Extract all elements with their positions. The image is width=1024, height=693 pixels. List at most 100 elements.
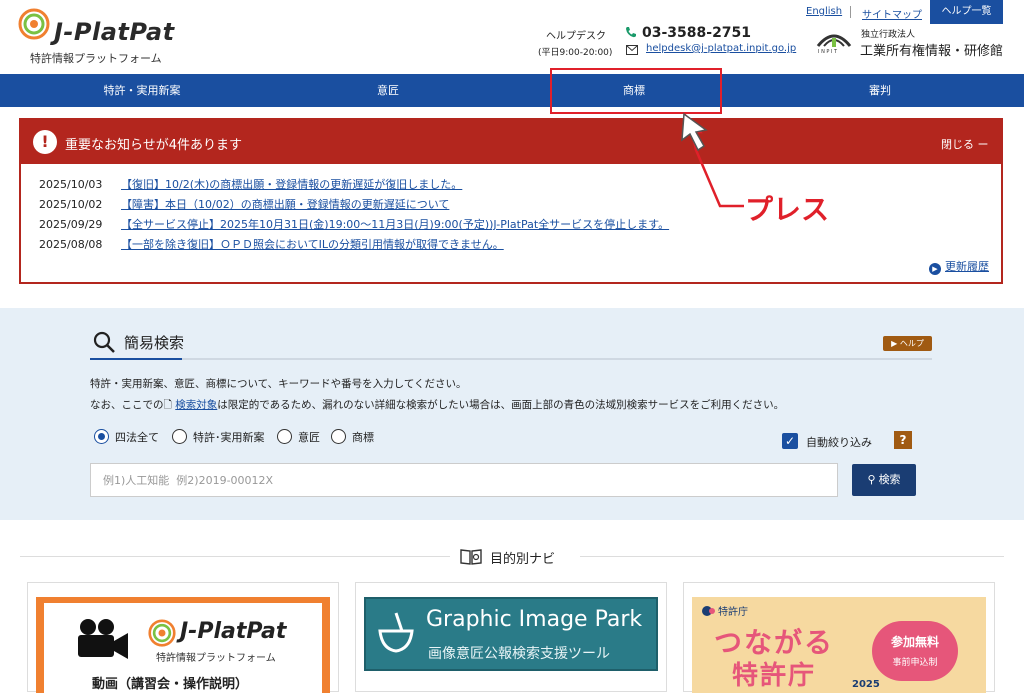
video-camera-icon: [78, 619, 128, 659]
radio-circle: [172, 429, 187, 444]
radio-circle: [331, 429, 346, 444]
help-list-button[interactable]: ヘルプ一覧: [930, 0, 1003, 24]
news-link[interactable]: 【復旧】10/2(木)の商標出願・登録情報の更新遅延が復旧しました。: [121, 178, 462, 191]
card-headline-2: 特許庁: [732, 661, 817, 691]
svg-text:I N P I T: I N P I T: [818, 49, 838, 54]
card-subtitle: 画像意匠公報検索支援ツール: [428, 646, 610, 662]
search-note: なお、ここでの🗋 検索対象は限定的であるため、漏れのない詳細な検索がしたい場合は…: [90, 397, 784, 415]
news-item: 2025/08/08 【一部を除き復旧】ＯＰＤ照会においてILの分類引用情報が取得…: [39, 236, 504, 254]
jpo-event-card[interactable]: 特許庁 つながる 特許庁 2025 参加無料 事前申込制: [683, 582, 995, 693]
news-item: 2025/10/02 【障害】本日（10/02）の商標出願・登録情報の更新遅延につ…: [39, 196, 449, 214]
news-date: 2025/09/29: [39, 218, 103, 231]
card-year: 2025: [852, 679, 880, 690]
search-heading: 簡易検索: [124, 334, 185, 352]
mail-icon: [626, 45, 638, 55]
news-link[interactable]: 【一部を除き復旧】ＯＰＤ照会においてILの分類引用情報が取得できません。: [121, 238, 504, 251]
free-participation-badge: 参加無料 事前申込制: [872, 621, 958, 681]
pointer-arrow-icon: [681, 112, 744, 208]
news-date: 2025/10/02: [39, 198, 103, 211]
radio-trademark[interactable]: 商標: [331, 429, 374, 447]
org-name: 工業所有権情報・研修館: [860, 44, 1004, 59]
graphic-image-park-card[interactable]: Graphic Image Park 画像意匠公報検索支援ツール: [355, 582, 667, 692]
search-icon: [93, 331, 115, 353]
search-button[interactable]: ⚲ 検索: [852, 464, 916, 496]
radio-circle: [94, 429, 109, 444]
search-help-button[interactable]: ▶ ヘルプ: [883, 336, 932, 351]
search-description: 特許・実用新案、意匠、商標について、キーワードや番号を入力してください。: [90, 378, 467, 390]
update-history-label: 更新履歴: [945, 260, 989, 273]
card-title: Graphic Image Park: [426, 607, 643, 632]
org-type: 独立行政法人: [861, 30, 916, 40]
jpo-label: 特許庁: [718, 607, 748, 618]
main-nav: 特許・実用新案 意匠 商標 審判: [0, 74, 1024, 107]
news-link[interactable]: 【障害】本日（10/02）の商標出願・登録情報の更新遅延について: [121, 198, 449, 211]
mortar-icon: [378, 612, 414, 653]
radio-circle: [277, 429, 292, 444]
important-notice-panel: ! 重要なお知らせが4件あります 閉じる ー 2025/10/03 【復旧】10/…: [19, 118, 1003, 284]
news-date: 2025/08/08: [39, 238, 103, 251]
radio-all-laws[interactable]: 四法全て: [94, 429, 159, 447]
radio-patent[interactable]: 特許･実用新案: [172, 429, 265, 447]
card-banner: Graphic Image Park 画像意匠公報検索支援ツール: [364, 597, 658, 671]
phone-icon: [626, 27, 636, 38]
card-logo-subtitle: 特許情報プラットフォーム: [156, 653, 276, 664]
search-target-link[interactable]: 検索対象: [175, 399, 217, 411]
news-date: 2025/10/03: [39, 178, 103, 191]
news-item: 2025/10/03 【復旧】10/2(木)の商標出願・登録情報の更新遅延が復旧し…: [39, 176, 462, 194]
play-circle-icon: ▶: [929, 263, 941, 275]
english-link[interactable]: English: [806, 6, 842, 17]
purpose-nav-header: 目的別ナビ: [450, 546, 580, 568]
heading-underline-accent: [90, 358, 182, 360]
logo-subtitle: 特許情報プラットフォーム: [30, 52, 162, 65]
notice-title: 重要なお知らせが4件あります: [65, 138, 243, 153]
card-banner: 特許庁 つながる 特許庁 2025 参加無料 事前申込制: [692, 597, 986, 693]
search-button-label: 検索: [878, 474, 901, 486]
helpdesk-email-link[interactable]: helpdesk@j-platpat.inpit.go.jp: [646, 43, 796, 54]
radio-label: 商標: [352, 431, 374, 444]
auto-filter-label: 自動絞り込み: [806, 436, 872, 449]
news-link[interactable]: 【全サービス停止】2025年10月31日(金)19:00〜11月3日(月)9:0…: [121, 218, 669, 231]
auto-filter-help-icon[interactable]: ?: [894, 431, 912, 449]
update-history-link[interactable]: ▶ 更新履歴: [929, 258, 989, 275]
video-tutorial-card[interactable]: J-PlatPat 特許情報プラットフォーム 動画（講習会・操作説明）: [27, 582, 339, 693]
radio-label: 特許･実用新案: [193, 431, 265, 444]
search-note-prefix: なお、ここでの: [90, 399, 164, 411]
trademark-highlight-box: [550, 68, 722, 114]
press-annotation: プレス: [745, 193, 830, 226]
badge-line-1: 参加無料: [890, 635, 939, 649]
site-header: J-PlatPat 特許情報プラットフォーム ヘルプデスク (平日9:00-20…: [0, 0, 1024, 74]
helpdesk-label: ヘルプデスク: [546, 31, 606, 42]
nav-tab-patent[interactable]: 特許・実用新案: [14, 74, 270, 107]
auto-filter-checkbox[interactable]: ✓: [782, 433, 798, 449]
radio-label: 四法全て: [115, 431, 159, 444]
badge-line-2: 事前申込制: [892, 658, 938, 668]
helpdesk-phone: 03-3588-2751: [642, 25, 752, 41]
doc-icon: 🗋: [163, 399, 176, 411]
radio-label: 意匠: [298, 431, 320, 444]
radio-design[interactable]: 意匠: [277, 429, 320, 447]
nav-tab-design[interactable]: 意匠: [260, 74, 516, 107]
simple-search-section: 簡易検索 ▶ ヘルプ 特許・実用新案、意匠、商標について、キーワードや番号を入力…: [0, 308, 1024, 520]
alert-icon: !: [33, 130, 57, 154]
purpose-nav-title: 目的別ナビ: [490, 552, 556, 567]
notice-close-button[interactable]: 閉じる ー: [941, 136, 989, 152]
news-item: 2025/09/29 【全サービス停止】2025年10月31日(金)19:00〜1…: [39, 216, 669, 234]
jpo-logo-icon: [702, 606, 715, 616]
divider: [850, 6, 851, 18]
nav-tab-appeal[interactable]: 審判: [752, 74, 1008, 107]
heading-underline: [90, 358, 932, 360]
inpit-logo-icon[interactable]: I N P I T: [814, 28, 854, 54]
logo-spiral-icon: [148, 619, 176, 647]
logo-title: J-PlatPat: [54, 18, 175, 46]
search-note-suffix: は限定的であるため、漏れのない詳細な検索がしたい場合は、画面上部の青色の法域別検…: [217, 399, 785, 411]
card-logo-title: J-PlatPat: [180, 619, 287, 644]
sitemap-link[interactable]: サイトマップ: [862, 6, 922, 21]
search-button-icon: ⚲: [867, 474, 879, 486]
notice-header: ! 重要なお知らせが4件あります 閉じる ー: [21, 120, 1001, 164]
book-search-icon: [460, 549, 482, 565]
card-banner-panel: J-PlatPat 特許情報プラットフォーム 動画（講習会・操作説明）: [44, 603, 322, 693]
logo-spiral-icon: [18, 8, 50, 40]
helpdesk-hours: (平日9:00-20:00): [538, 48, 613, 58]
search-input[interactable]: [90, 463, 838, 497]
card-banner: J-PlatPat 特許情報プラットフォーム 動画（講習会・操作説明）: [36, 597, 330, 693]
